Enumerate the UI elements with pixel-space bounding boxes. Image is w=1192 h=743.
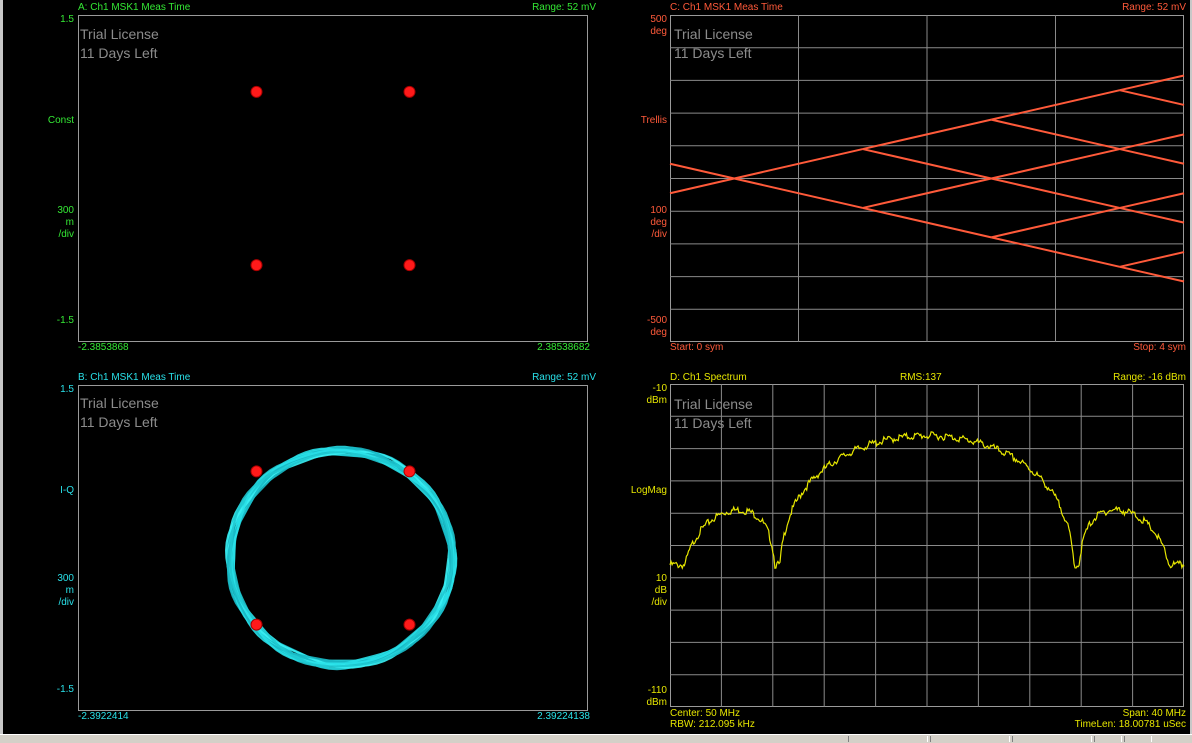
trace-c-scale-div: /div xyxy=(651,229,667,240)
status-bar-pane xyxy=(1124,736,1152,742)
trace-b-y-format[interactable]: I-Q xyxy=(30,486,74,496)
trace-a-scale-value: 300 xyxy=(57,205,74,216)
trellis-path xyxy=(669,177,735,195)
trace-d-center: Center: 50 MHz xyxy=(670,708,741,719)
trace-a-x-left: -2.3853868 xyxy=(78,342,129,353)
trellis-path xyxy=(1119,192,1185,209)
trellis-path xyxy=(1119,206,1185,224)
trace-c-watermark-line2: 11 Days Left xyxy=(674,45,752,61)
trellis-path xyxy=(1119,265,1185,283)
trace-b-x-left: -2.3922414 xyxy=(78,711,129,722)
status-bar-pane xyxy=(848,736,928,742)
trace-d-rms: RMS:137 xyxy=(900,372,942,383)
trace-a-watermark-line1: Trial License xyxy=(80,26,159,42)
trace-c-y-bottom-value: -500 xyxy=(646,315,667,326)
symbol-point xyxy=(250,465,263,478)
trace-c-y-top-unit: deg xyxy=(650,26,667,37)
trace-d-y-format[interactable]: LogMag xyxy=(616,486,667,496)
trace-d-y-top-unit: dBm xyxy=(646,395,667,406)
trellis-path xyxy=(1119,148,1185,165)
trace-a-header: A: Ch1 MSK1 Meas Time xyxy=(78,2,191,13)
trace-d-header: D: Ch1 Spectrum xyxy=(670,372,747,383)
trace-d-spectrum-plot xyxy=(669,384,1185,707)
trace-c-trellis-plot xyxy=(669,15,1185,342)
trace-a-scale-unit: m xyxy=(65,217,74,228)
trace-d-y-bottom-value: -110 xyxy=(647,685,667,696)
status-bar-pane xyxy=(1012,736,1092,742)
symbol-point xyxy=(403,85,416,98)
trace-a-scale-div: /div xyxy=(58,229,74,240)
trace-b-range[interactable]: Range: 52 mV xyxy=(476,373,596,383)
trace-a-y-format[interactable]: Const xyxy=(30,116,74,126)
trace-d-range[interactable]: Range: -16 dBm xyxy=(1066,373,1186,383)
trace-b-scale-div: /div xyxy=(58,597,74,608)
trace-a-watermark-line2: 11 Days Left xyxy=(80,45,158,61)
symbol-point xyxy=(403,259,416,272)
trace-c-scale-value: 100 xyxy=(650,205,667,216)
symbol-point xyxy=(250,618,263,631)
trace-d-y-bottom-unit: dBm xyxy=(646,697,667,708)
trace-b-x-right: 2.39224138 xyxy=(537,711,590,722)
trace-d-scale-div: /div xyxy=(651,597,667,608)
trace-d-rbw: RBW: 212.095 kHz xyxy=(670,719,755,730)
trace-a-y-bottom: -1.5 xyxy=(56,315,74,326)
symbol-point xyxy=(403,465,416,478)
trace-c-start: Start: 0 sym xyxy=(670,342,724,353)
trellis-path xyxy=(669,162,735,180)
trace-a-y-top: 1.5 xyxy=(60,14,74,25)
trace-d-scale-value: 10 xyxy=(655,573,667,584)
trace-a-range[interactable]: Range: 52 mV xyxy=(476,3,596,13)
trace-d-span: Span: 40 MHz xyxy=(1122,708,1186,719)
status-bar-pane xyxy=(1094,736,1122,742)
trellis-path xyxy=(1119,133,1185,151)
trellis-path xyxy=(1119,89,1185,106)
trace-c-y-format[interactable]: Trellis xyxy=(616,116,667,126)
trace-a-panel[interactable]: A: Ch1 MSK1 Meas Time Range: 52 mV 1.5 C… xyxy=(0,0,596,370)
trace-b-watermark-line2: 11 Days Left xyxy=(80,414,158,430)
trace-c-header: C: Ch1 MSK1 Meas Time xyxy=(670,2,783,13)
trace-b-watermark-line1: Trial License xyxy=(80,395,159,411)
trace-a-x-right: 2.38538682 xyxy=(537,342,590,353)
trellis-path xyxy=(1119,74,1185,92)
trace-b-y-top: 1.5 xyxy=(60,384,74,395)
trace-c-y-bottom-unit: deg xyxy=(650,327,667,338)
trace-b-scale-unit: m xyxy=(65,585,74,596)
trellis-path xyxy=(1119,251,1185,268)
symbol-point xyxy=(250,259,263,272)
trace-d-watermark-line1: Trial License xyxy=(674,396,753,412)
trace-c-watermark-line1: Trial License xyxy=(674,26,753,42)
trace-d-panel[interactable]: D: Ch1 Spectrum RMS:137 Range: -16 dBm -… xyxy=(596,370,1190,734)
trace-c-panel[interactable]: C: Ch1 MSK1 Meas Time Range: 52 mV 500 d… xyxy=(596,0,1190,370)
trace-d-scale-unit: dB xyxy=(654,585,667,596)
trace-d-y-top-value: -10 xyxy=(652,383,667,394)
symbol-point xyxy=(403,618,416,631)
trace-b-header: B: Ch1 MSK1 Meas Time xyxy=(78,372,191,383)
trace-c-stop: Stop: 4 sym xyxy=(1133,342,1186,353)
trace-c-scale-unit: deg xyxy=(650,217,667,228)
trace-b-scale-value: 300 xyxy=(57,573,74,584)
trace-b-iq-plot xyxy=(224,445,458,671)
trace-c-y-top-value: 500 xyxy=(650,14,667,25)
status-bar-pane xyxy=(930,736,1010,742)
trace-c-range[interactable]: Range: 52 mV xyxy=(1066,3,1186,13)
trace-d-timelen: TimeLen: 18.00781 uSec xyxy=(1074,719,1186,730)
trace-b-panel[interactable]: B: Ch1 MSK1 Meas Time Range: 52 mV 1.5 I… xyxy=(0,370,596,734)
trace-b-y-bottom: -1.5 xyxy=(56,684,74,695)
vsa-window: A: Ch1 MSK1 Meas Time Range: 52 mV 1.5 C… xyxy=(0,0,1192,743)
symbol-point xyxy=(250,85,263,98)
trace-a-constellation xyxy=(250,85,416,272)
trace-d-watermark-line2: 11 Days Left xyxy=(674,415,752,431)
